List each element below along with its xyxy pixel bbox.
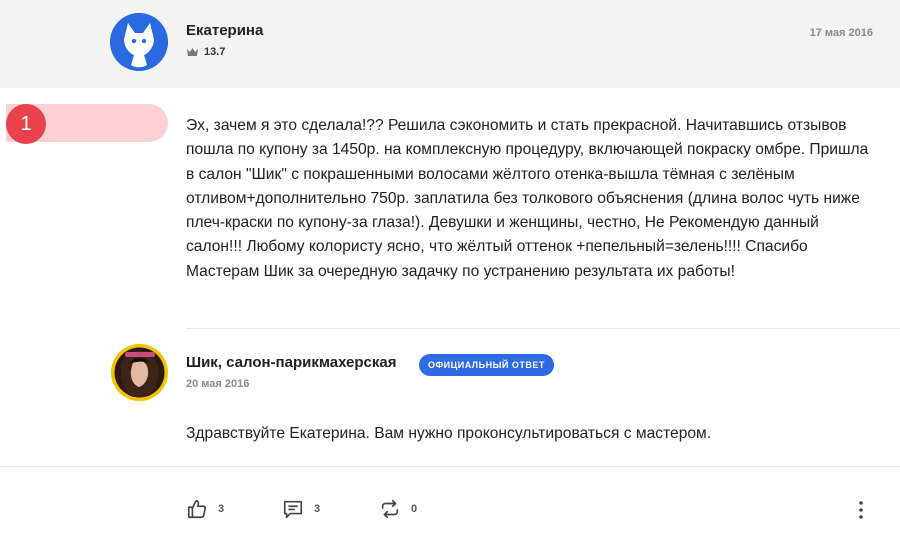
divider: [186, 328, 900, 329]
like-button[interactable]: 3: [186, 498, 224, 520]
author-rating: 13.7: [186, 46, 225, 58]
review-text: Эх, зачем я это сделала!?? Решила сэконо…: [186, 117, 869, 280]
like-count: 3: [218, 503, 225, 515]
author-name[interactable]: Екатерина: [186, 22, 263, 39]
comment-button[interactable]: 3: [282, 498, 320, 520]
comment-icon: [283, 500, 303, 519]
review-header: Екатерина 13.7 17 мая 2016: [0, 0, 900, 88]
rating-value: 13.7: [204, 46, 226, 58]
cat-avatar-icon: [110, 13, 168, 71]
repost-button[interactable]: 0: [379, 498, 417, 520]
reply-date: 20 мая 2016: [186, 378, 250, 390]
salon-logo-icon: [111, 344, 168, 401]
author-avatar[interactable]: [110, 13, 168, 71]
salon-avatar[interactable]: [111, 344, 168, 401]
thumbs-up-icon: [187, 499, 207, 519]
reply-author[interactable]: Шик, салон-парикмахерская: [186, 354, 397, 371]
more-options-button[interactable]: [852, 499, 870, 526]
repost-icon: [381, 499, 399, 519]
official-badge: Официальный ответ: [419, 354, 554, 376]
divider: [0, 466, 900, 467]
repost-count: 0: [411, 503, 418, 515]
marker-badge: 1: [6, 104, 46, 144]
review-date: 17 мая 2016: [809, 27, 873, 39]
kebab-menu-icon: [859, 501, 863, 519]
reply-text: Здравствуйте Екатерина. Вам нужно прокон…: [186, 425, 712, 442]
crown-icon: [187, 48, 198, 56]
comment-count: 3: [314, 503, 321, 515]
